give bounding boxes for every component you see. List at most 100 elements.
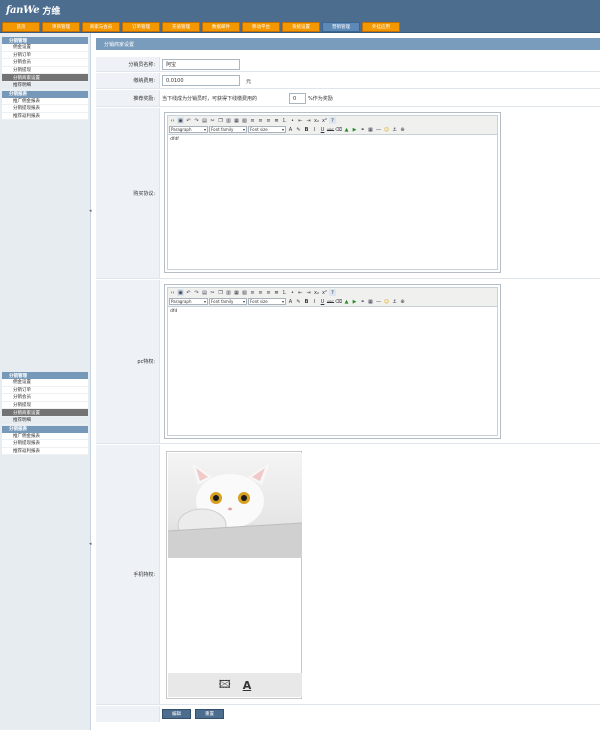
undo-icon[interactable]: ↶ xyxy=(185,117,192,124)
font-color-icon[interactable]: A xyxy=(287,126,294,133)
sidebar-item-report-rebate[interactable]: 推荐返利报表 xyxy=(2,447,88,456)
sidebar-item-merchant-settings[interactable]: 分销商家设置 xyxy=(2,74,88,82)
clear-format-icon[interactable]: ⌫ xyxy=(335,126,342,133)
font-family-select[interactable]: Font family ▾ xyxy=(209,126,247,133)
align-right-icon[interactable]: ≡ xyxy=(265,289,272,296)
align-center-icon[interactable]: ≡ xyxy=(257,117,264,124)
sidebar-item-commission[interactable]: 佣金设置 xyxy=(2,379,88,387)
insert-image-icon[interactable]: 🖾 xyxy=(219,676,231,695)
superscript-icon[interactable]: x² xyxy=(321,117,328,124)
submit-button[interactable]: 编辑 xyxy=(162,709,191,719)
media-icon[interactable]: ▶ xyxy=(351,298,358,305)
subscript-icon[interactable]: x₂ xyxy=(313,117,320,124)
bold-icon[interactable]: B xyxy=(303,298,310,305)
sidebar-item-report-commission[interactable]: 推广佣金报表 xyxy=(2,432,88,441)
nav-tab-projects[interactable]: 项目管理 xyxy=(42,22,80,32)
sidebar-item-referral-detail[interactable]: 推荐明细 xyxy=(2,82,88,90)
pc-editor-content[interactable]: dfd xyxy=(170,309,177,314)
sidebar-item-report-withdraw[interactable]: 分销提现报表 xyxy=(2,440,88,448)
paste-icon[interactable]: ▥ xyxy=(225,289,232,296)
fullscreen-icon[interactable]: ⊕ xyxy=(399,126,406,133)
sidebar-item-orders[interactable]: 分销订单 xyxy=(2,51,88,60)
highlight-icon[interactable]: ✎ xyxy=(295,126,302,133)
media-icon[interactable]: ▶ xyxy=(351,126,358,133)
horizontal-rule-icon[interactable]: — xyxy=(375,126,382,133)
sidebar-head-reports[interactable]: 分销报表 xyxy=(2,90,88,98)
italic-icon[interactable]: I xyxy=(311,126,318,133)
sidebar-item-report-withdraw[interactable]: 分销提现报表 xyxy=(2,105,88,113)
nav-tab-mobile[interactable]: 移动平台 xyxy=(242,22,280,32)
sidebar-head-reports[interactable]: 分销报表 xyxy=(2,425,88,433)
highlight-icon[interactable]: ✎ xyxy=(295,298,302,305)
nav-tab-home[interactable]: 首页 xyxy=(2,22,40,32)
sidebar-head-distribution[interactable]: 分销管理 xyxy=(2,37,88,44)
underline-icon[interactable]: U xyxy=(319,298,326,305)
sidebar-item-report-rebate[interactable]: 推荐返利报表 xyxy=(2,112,88,121)
help-icon[interactable]: ? xyxy=(329,289,336,296)
help-icon[interactable]: ? xyxy=(329,117,336,124)
distributor-name-input[interactable]: 阿宝 xyxy=(162,59,240,70)
align-left-icon[interactable]: ≡ xyxy=(249,117,256,124)
sidebar-head-distribution[interactable]: 分销管理 xyxy=(2,372,88,379)
sidebar-item-withdraw[interactable]: 分销提现 xyxy=(2,66,88,75)
sidebar-collapse-handle[interactable]: ◂ xyxy=(89,208,93,218)
font-size-select[interactable]: Font size ▾ xyxy=(248,298,286,305)
anchor-icon[interactable]: ⚓ xyxy=(391,126,398,133)
image-icon[interactable]: ▣ xyxy=(177,117,184,124)
link-icon[interactable]: ⚭ xyxy=(359,298,366,305)
sidebar-item-members[interactable]: 分销会员 xyxy=(2,394,88,402)
strikethrough-icon[interactable]: ABC xyxy=(327,298,334,305)
clear-format-icon[interactable]: ⌫ xyxy=(335,298,342,305)
nav-tab-marketing[interactable]: 营销管理 xyxy=(322,22,360,32)
horizontal-rule-icon[interactable]: — xyxy=(375,298,382,305)
agreement-editor[interactable]: ‹› ▣ ↶ ↷ ▤ ✂ ❐ ▥ ▦ ▧ ≡ ≡ ≡ ≣ ⒈ • ⇤ ⇥ x₂ … xyxy=(164,112,501,273)
outdent-icon[interactable]: ⇤ xyxy=(297,117,304,124)
indent-icon[interactable]: ⇥ xyxy=(305,117,312,124)
link-icon[interactable]: ⚭ xyxy=(359,126,366,133)
sidebar-item-merchant-settings[interactable]: 分销商家设置 xyxy=(2,409,88,417)
paste-word-icon[interactable]: ▧ xyxy=(241,289,248,296)
sidebar-item-withdraw[interactable]: 分销提现 xyxy=(2,401,88,410)
paste-icon[interactable]: ▥ xyxy=(225,117,232,124)
cut-icon[interactable]: ✂ xyxy=(209,117,216,124)
unordered-list-icon[interactable]: • xyxy=(289,117,296,124)
reset-button[interactable]: 重置 xyxy=(195,709,224,719)
unordered-list-icon[interactable]: • xyxy=(289,289,296,296)
text-format-icon[interactable]: A xyxy=(243,679,252,692)
paste-text-icon[interactable]: ▦ xyxy=(233,289,240,296)
anchor-icon[interactable]: ⚓ xyxy=(391,298,398,305)
nav-tab-plugins[interactable]: 外挂应用 xyxy=(362,22,400,32)
nav-tab-members[interactable]: 商家与会员 xyxy=(82,22,120,32)
sidebar-item-orders[interactable]: 分销订单 xyxy=(2,386,88,395)
format-select[interactable]: Paragraph ▾ xyxy=(169,298,208,305)
cut-icon[interactable]: ✂ xyxy=(209,289,216,296)
font-family-select[interactable]: Font family ▾ xyxy=(209,298,247,305)
bold-icon[interactable]: B xyxy=(303,126,310,133)
sidebar-item-report-commission[interactable]: 推广佣金报表 xyxy=(2,97,88,106)
select-all-icon[interactable]: ▤ xyxy=(201,289,208,296)
redo-icon[interactable]: ↷ xyxy=(193,117,200,124)
emoticon-icon[interactable]: ☺ xyxy=(383,298,390,305)
copy-icon[interactable]: ❐ xyxy=(217,289,224,296)
mobile-preview[interactable]: 🖾 A xyxy=(166,451,302,699)
table-icon[interactable]: ▦ xyxy=(367,298,374,305)
italic-icon[interactable]: I xyxy=(311,298,318,305)
ordered-list-icon[interactable]: ⒈ xyxy=(281,289,288,296)
pc-editor[interactable]: ‹› ▣ ↶ ↷ ▤ ✂ ❐ ▥ ▦ ▧ ≡ ≡ ≡ ≣ ⒈ • ⇤ ⇥ x₂ … xyxy=(164,284,501,439)
nav-tab-orders[interactable]: 订单管理 xyxy=(122,22,160,32)
font-color-icon[interactable]: A xyxy=(287,298,294,305)
align-justify-icon[interactable]: ≣ xyxy=(273,289,280,296)
align-left-icon[interactable]: ≡ xyxy=(249,289,256,296)
redo-icon[interactable]: ↷ xyxy=(193,289,200,296)
font-size-select[interactable]: Font size ▾ xyxy=(248,126,286,133)
reward-percent-input[interactable]: 0 xyxy=(289,93,306,104)
underline-icon[interactable]: U xyxy=(319,126,326,133)
sidebar-item-members[interactable]: 分销会员 xyxy=(2,59,88,67)
select-all-icon[interactable]: ▤ xyxy=(201,117,208,124)
superscript-icon[interactable]: x² xyxy=(321,289,328,296)
sidebar-item-commission[interactable]: 佣金设置 xyxy=(2,44,88,52)
image-insert-icon[interactable]: ▲ xyxy=(343,298,350,305)
fee-input[interactable]: 0.0100 xyxy=(162,75,240,86)
undo-icon[interactable]: ↶ xyxy=(185,289,192,296)
sidebar-item-referral-detail[interactable]: 推荐明细 xyxy=(2,417,88,425)
